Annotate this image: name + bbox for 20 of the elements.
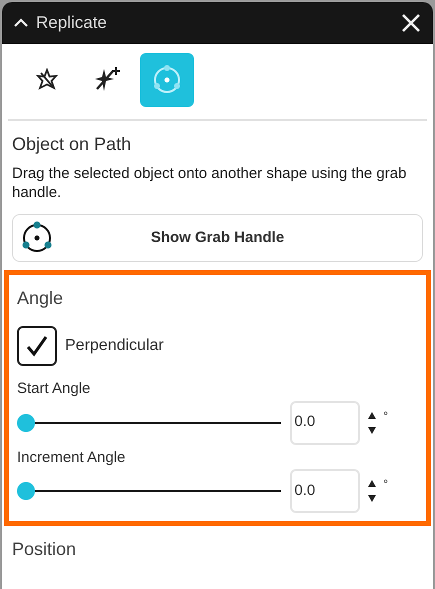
slider-thumb[interactable]: [17, 482, 35, 500]
slider-label: Start Angle: [17, 379, 92, 399]
section-description: Drag the selected object onto another shape using the grab handle.: [12, 164, 408, 202]
degree-unit: °: [383, 408, 388, 424]
close-icon[interactable]: [401, 13, 421, 33]
angle-field[interactable]: 0.0: [290, 469, 360, 513]
show-grab-handle-button[interactable]: Show Grab Handle: [12, 214, 423, 262]
window-title: Replicate: [36, 12, 107, 34]
checkbox-label: Perpendicular: [65, 336, 164, 356]
checkbox[interactable]: [17, 326, 57, 366]
slider-label: Increment Angle: [17, 448, 126, 468]
slider-thumb[interactable]: [17, 414, 35, 432]
collapse-chevron-icon[interactable]: [14, 18, 28, 28]
degree-unit: °: [383, 476, 388, 493]
section-title: Position: [11, 538, 78, 561]
section-title: Object on Path: [12, 133, 132, 156]
star-icon: [35, 68, 59, 92]
checkmark-icon: [24, 333, 50, 359]
angle-field[interactable]: 0.0: [290, 400, 360, 444]
group-title: Angle: [17, 287, 64, 310]
